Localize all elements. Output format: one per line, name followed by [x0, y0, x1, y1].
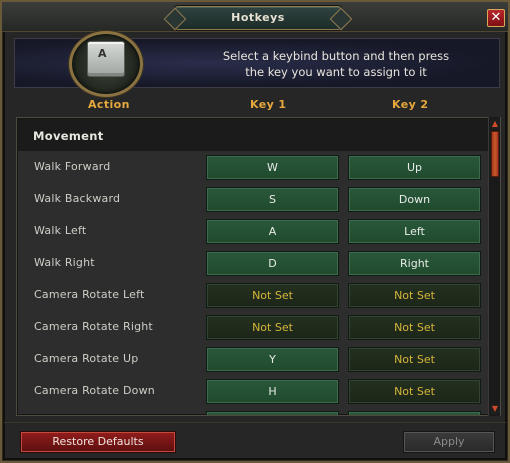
- key1-button[interactable]: A: [206, 219, 339, 244]
- scroll-thumb[interactable]: [491, 131, 499, 177]
- key1-button[interactable]: S: [206, 187, 339, 212]
- key1-button[interactable]: Y: [206, 347, 339, 372]
- key2-button[interactable]: Right: [348, 251, 481, 276]
- close-icon: ✕: [490, 10, 502, 25]
- key1-button[interactable]: [206, 411, 339, 415]
- column-header-key1: Key 1: [250, 98, 287, 111]
- key2-button[interactable]: Left: [348, 219, 481, 244]
- action-label: Walk Right: [34, 256, 95, 269]
- key1-button[interactable]: Not Set: [206, 315, 339, 340]
- key1-button[interactable]: H: [206, 379, 339, 404]
- action-label: Walk Left: [34, 224, 87, 237]
- key1-button[interactable]: W: [206, 155, 339, 180]
- key2-button[interactable]: [348, 411, 481, 415]
- instruction-text: Select a keybind button and then press t…: [201, 48, 471, 80]
- section-header-movement: Movement: [18, 119, 489, 151]
- column-header-key2: Key 2: [392, 98, 429, 111]
- close-button[interactable]: ✕: [487, 9, 505, 27]
- keycap-icon: A: [87, 41, 125, 77]
- apply-button[interactable]: Apply: [404, 432, 494, 452]
- hotkey-list: Movement Walk Forward W Up Walk Backward…: [16, 117, 501, 416]
- scroll-down-arrow-icon[interactable]: ▼: [490, 404, 500, 414]
- footer-bar: Restore Defaults Apply: [4, 422, 506, 460]
- action-label: Walk Backward: [34, 192, 121, 205]
- action-label: Walk Forward: [34, 160, 111, 173]
- action-label: Camera Rotate Left: [34, 288, 145, 301]
- list-scrollbar[interactable]: ▲ ▼: [488, 117, 500, 416]
- instruction-line-1: Select a keybind button and then press: [222, 49, 450, 63]
- instruction-line-2: the key you want to assign to it: [245, 65, 427, 79]
- restore-defaults-button[interactable]: Restore Defaults: [21, 432, 175, 452]
- hotkey-row: Walk Forward W Up: [18, 151, 489, 183]
- hotkeys-window: Hotkeys ✕ A Select a keybind button and …: [0, 0, 510, 463]
- key2-button[interactable]: Not Set: [348, 315, 481, 340]
- hotkey-row: Walk Left A Left: [18, 215, 489, 247]
- key2-button[interactable]: Not Set: [348, 379, 481, 404]
- key2-button[interactable]: Not Set: [348, 283, 481, 308]
- hotkey-row: Walk Backward S Down: [18, 183, 489, 215]
- title-bar: Hotkeys ✕: [2, 2, 508, 32]
- scroll-up-arrow-icon[interactable]: ▲: [490, 119, 500, 129]
- key2-button[interactable]: Not Set: [348, 347, 481, 372]
- key1-button[interactable]: D: [206, 251, 339, 276]
- hotkey-row: Walk Right D Right: [18, 247, 489, 279]
- hotkey-row-partial: [18, 407, 489, 415]
- action-label: Camera Rotate Right: [34, 320, 153, 333]
- action-label: Camera Rotate Up: [34, 352, 139, 365]
- hotkey-row: Camera Rotate Left Not Set Not Set: [18, 279, 489, 311]
- key1-button[interactable]: Not Set: [206, 283, 339, 308]
- hotkey-row: Camera Rotate Right Not Set Not Set: [18, 311, 489, 343]
- column-header-action: Action: [88, 98, 130, 111]
- window-title: Hotkeys: [175, 6, 341, 30]
- hotkey-row: Camera Rotate Down H Not Set: [18, 375, 489, 407]
- key2-button[interactable]: Down: [348, 187, 481, 212]
- instruction-banner: A Select a keybind button and then press…: [14, 31, 500, 97]
- key2-button[interactable]: Up: [348, 155, 481, 180]
- keyboard-key-emblem: A: [63, 31, 149, 97]
- action-label: Camera Rotate Down: [34, 384, 155, 397]
- hotkey-row: Camera Rotate Up Y Not Set: [18, 343, 489, 375]
